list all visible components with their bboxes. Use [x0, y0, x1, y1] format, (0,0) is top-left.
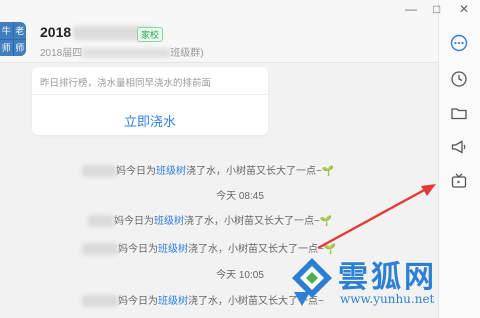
watermark-logo-icon [292, 258, 332, 306]
watermark-text: 雲狐网 [338, 260, 437, 295]
site-watermark: 雲狐网 www.yunhu.net [288, 248, 480, 318]
watermark-url: www.yunhu.net [340, 292, 435, 306]
